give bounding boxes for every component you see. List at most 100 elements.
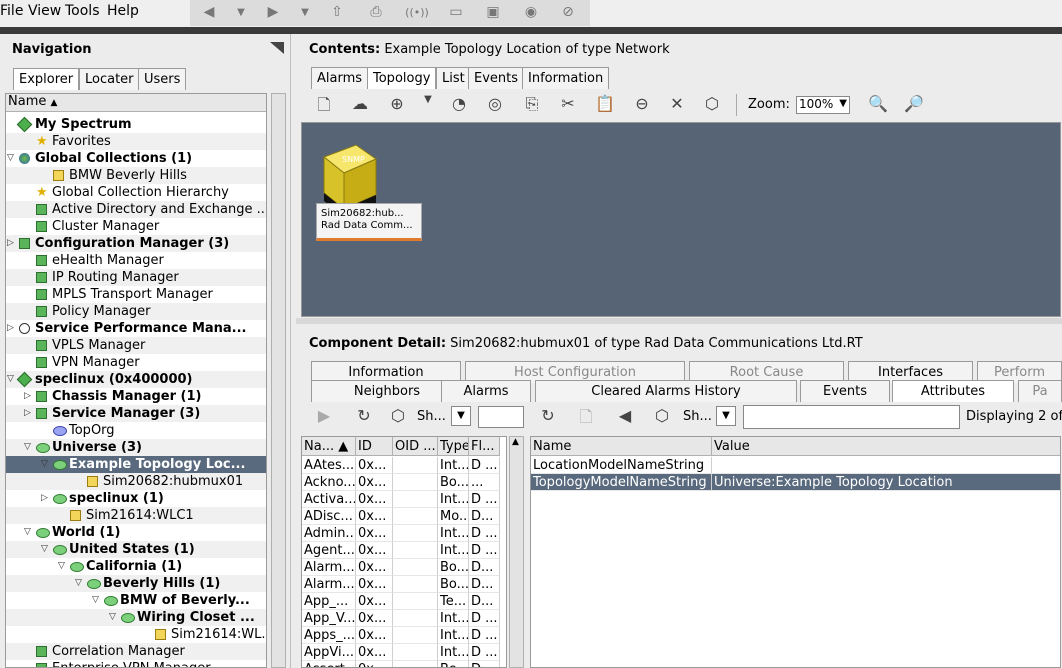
tab-locater[interactable]: Locater [79, 68, 140, 90]
collapse-panel-icon[interactable] [270, 42, 284, 54]
tree-item[interactable]: ▽ BMW of Beverly... [6, 592, 266, 609]
remove-icon[interactable]: ⊖ [631, 94, 653, 116]
tree-item[interactable]: ▽ California (1) [6, 558, 266, 575]
tree-item[interactable]: ▷ Configuration Manager (3) [6, 235, 266, 252]
tree-item[interactable]: Active Directory and Exchange ... [6, 201, 266, 218]
tree-item[interactable]: Cluster Manager [6, 218, 266, 235]
menu-help[interactable]: Help [107, 3, 139, 19]
split-handle[interactable] [296, 318, 1062, 324]
add-dropdown-icon[interactable]: ▼ [417, 94, 439, 116]
collapse-icon[interactable]: ▽ [24, 524, 33, 541]
tree-item[interactable]: ▽ Global Collections (1) [6, 150, 266, 167]
tree-item[interactable]: ▽ Universe (3) [6, 439, 266, 456]
tab-list[interactable]: List [436, 67, 471, 89]
add-icon[interactable]: ⊕ [386, 94, 408, 116]
tab-explorer[interactable]: Explorer [13, 68, 80, 90]
monitor-icon[interactable]: ▭ [445, 2, 467, 22]
broadcast-icon[interactable]: ((•)) [402, 2, 432, 22]
tree-item[interactable]: ▽ Wiring Closet ... [6, 609, 266, 626]
menu-view[interactable]: View [28, 3, 61, 19]
tree-item[interactable]: ▽ World (1) [6, 524, 266, 541]
attribute-search-input[interactable] [743, 405, 960, 429]
tree-item[interactable]: Sim21614:WLC1 [6, 507, 266, 524]
topology-canvas[interactable]: SNMP Sim20682:hub... Rad Data Comm... [301, 122, 1061, 317]
collapse-icon[interactable]: ▽ [58, 558, 67, 575]
tab-information[interactable]: Information [522, 67, 610, 89]
table-row[interactable]: Agent... 0x... Int... D ... [302, 542, 506, 559]
refresh-icon[interactable]: ↻ [353, 406, 375, 428]
attribute-row[interactable]: TopologyModelNameString Universe:Example … [531, 474, 1060, 491]
filter-input[interactable] [478, 406, 524, 428]
back-icon[interactable]: ◀ [198, 2, 220, 22]
collapse-icon[interactable]: ▽ [75, 575, 84, 592]
table-row[interactable]: Activa... 0x... Int... D ... [302, 491, 506, 508]
refresh-icon[interactable]: ↻ [537, 406, 559, 428]
tree-item[interactable]: Sim20682:hubmux01 [6, 473, 266, 490]
table-scrollbar[interactable]: ▲ [509, 436, 524, 668]
table-row[interactable]: AppVi... 0x... Int... D ... [302, 644, 506, 661]
tree-item[interactable]: Correlation Manager [6, 643, 266, 660]
column-header[interactable]: ID [356, 437, 393, 456]
collapse-icon[interactable]: ▽ [7, 371, 16, 388]
tree-item[interactable]: ▽ Beverly Hills (1) [6, 575, 266, 592]
device-node-label[interactable]: Sim20682:hub... Rad Data Comm... [316, 203, 422, 241]
expand-icon[interactable]: ▷ [24, 405, 33, 422]
tree-item[interactable]: ▷ Service Manager (3) [6, 405, 266, 422]
tree-item[interactable]: Sim21614:WL... [6, 626, 266, 643]
tree-item[interactable]: My Spectrum [6, 116, 266, 133]
discover-icon[interactable]: ◔ [448, 94, 470, 116]
settings-icon[interactable]: ⊘ [557, 2, 579, 22]
table-row[interactable]: Ackno... 0x... Bo...... [302, 474, 506, 491]
tree-item[interactable]: ▽ United States (1) [6, 541, 266, 558]
collapse-icon[interactable]: ▽ [41, 541, 50, 558]
tree-item[interactable]: VPN Manager [6, 354, 266, 371]
copy-icon[interactable]: ⎘ [521, 94, 543, 116]
new-page-icon[interactable]: 🗋 [313, 94, 335, 116]
tree-item[interactable]: MPLS Transport Manager [6, 286, 266, 303]
collapse-icon[interactable]: ▽ [109, 609, 118, 626]
antenna-icon[interactable]: ◉ [520, 2, 542, 22]
tree-item[interactable]: ▽ Example Topology Loc... [6, 456, 266, 473]
tree-item[interactable]: ▷ Chassis Manager (1) [6, 388, 266, 405]
tree-item[interactable]: ▷ Service Performance Mana... [6, 320, 266, 337]
tab-users[interactable]: Users [138, 68, 187, 90]
properties-icon[interactable]: ⬡ [387, 406, 409, 428]
collapse-icon[interactable]: ▽ [7, 150, 16, 167]
tab-alarms-detail[interactable]: Alarms [441, 380, 531, 402]
properties-icon[interactable]: ⬡ [651, 406, 673, 428]
print-icon[interactable]: ⎙ [365, 2, 387, 22]
search-model-icon[interactable]: ◎ [484, 94, 506, 116]
table-row[interactable]: App_V... 0x... Int... D ... [302, 610, 506, 627]
column-header-name[interactable]: Name ▲ [6, 94, 266, 112]
show-dropdown-icon[interactable]: ▼ [451, 406, 471, 426]
zoom-select[interactable]: 100% ▼ [796, 96, 850, 114]
column-header[interactable]: Name [531, 437, 712, 456]
tab-alarms[interactable]: Alarms [311, 67, 369, 89]
expand-icon[interactable]: ▷ [7, 320, 16, 337]
column-header[interactable]: Fl... [469, 437, 500, 456]
expand-icon[interactable]: ▷ [41, 490, 50, 507]
tree-item[interactable]: IP Routing Manager [6, 269, 266, 286]
tree-item[interactable]: VPLS Manager [6, 337, 266, 354]
tree-item[interactable]: ▽ speclinux (0x400000) [6, 371, 266, 388]
table-row[interactable]: Apps_... 0x... Int... D ... [302, 627, 506, 644]
tree-item[interactable]: ★ Global Collection Hierarchy [6, 184, 266, 201]
column-header[interactable]: Type [438, 437, 469, 456]
tree-item[interactable]: ★ Favorites [6, 133, 266, 150]
column-header[interactable]: Value [712, 437, 1060, 456]
table-row[interactable]: Alarm... 0x... Bo... D... [302, 559, 506, 576]
tree-item[interactable]: BMW Beverly Hills [6, 167, 266, 184]
tree-item[interactable]: ▷ speclinux (1) [6, 490, 266, 507]
menu-tools[interactable]: Tools [65, 3, 100, 19]
table-row[interactable]: Admin... 0x... Int... D ... [302, 525, 506, 542]
table-row[interactable]: Assert...0x... Bo...D... [302, 661, 506, 667]
table-row[interactable]: App_... 0x... Te... D... [302, 593, 506, 610]
tree-item[interactable]: TopOrg [6, 422, 266, 439]
up-icon[interactable]: ⇧ [326, 2, 348, 22]
tree-item[interactable]: Enterprise VPN Manager [6, 660, 266, 667]
tab-events-detail[interactable]: Events [800, 380, 890, 402]
collapse-icon[interactable]: ▽ [92, 592, 101, 609]
attribute-row[interactable]: LocationModelNameString [531, 457, 1060, 474]
expand-icon[interactable]: ▷ [7, 235, 16, 252]
table-row[interactable]: Alarm... 0x... Bo... D... [302, 576, 506, 593]
